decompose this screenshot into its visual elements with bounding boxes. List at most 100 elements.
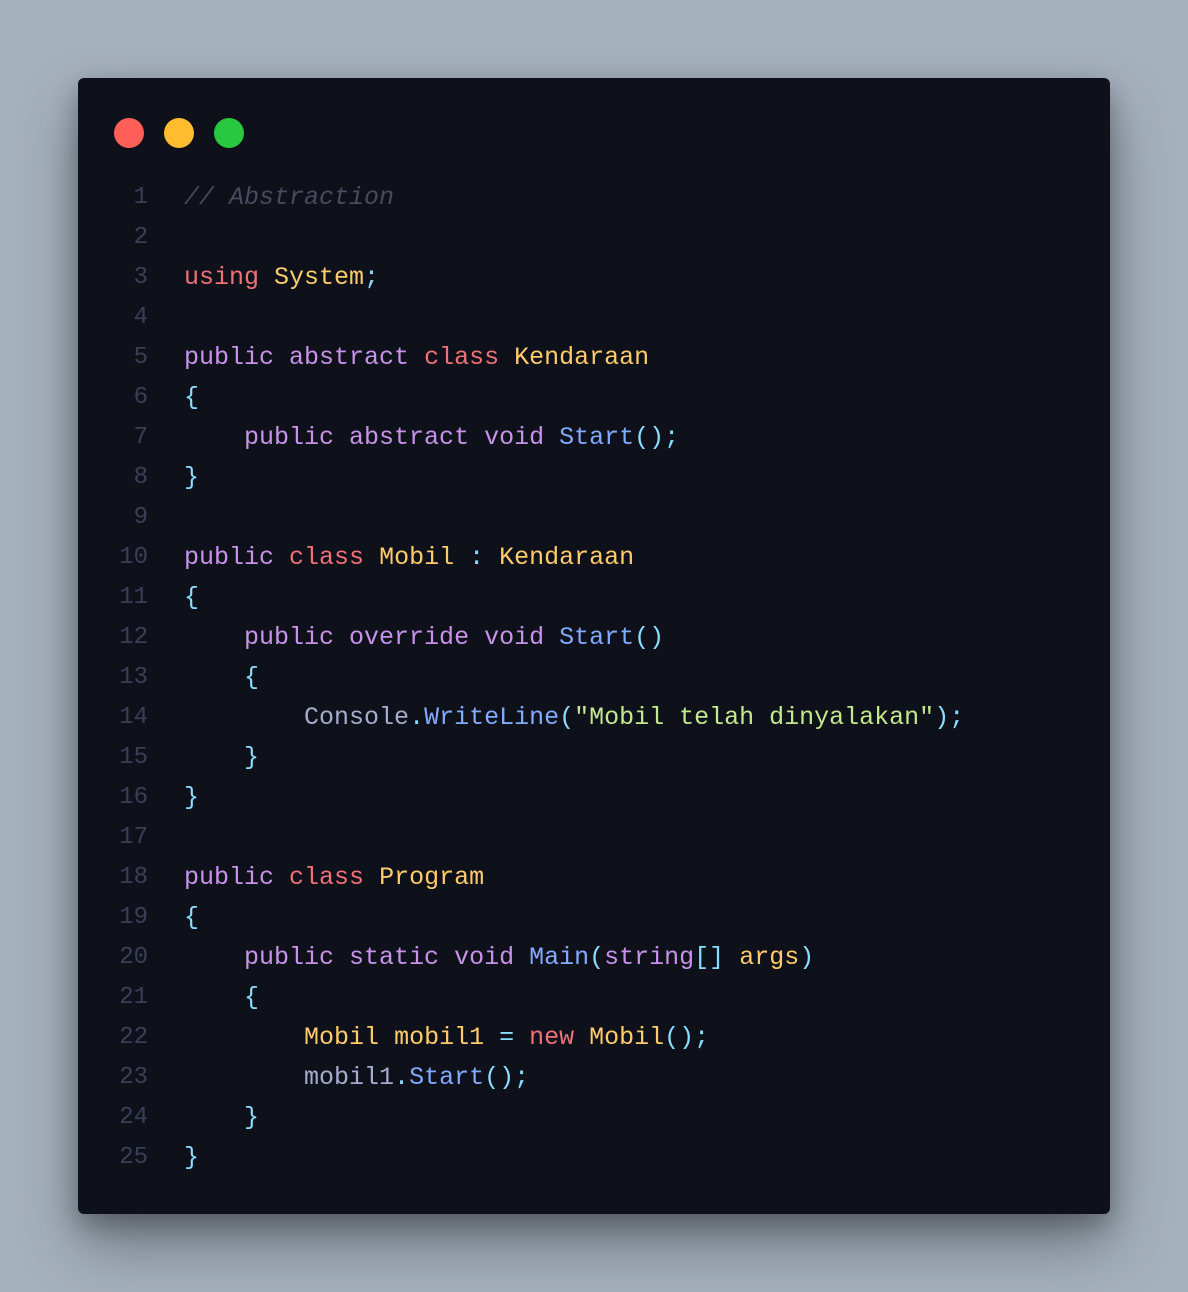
line-text: { (184, 978, 259, 1018)
code-line: 13 { (78, 658, 1110, 698)
line-number: 13 (119, 664, 148, 691)
code-token: Kendaraan (499, 543, 635, 572)
code-token: Mobil (589, 1023, 665, 1052)
code-token: (); (484, 1063, 530, 1092)
line-number: 1 (133, 184, 148, 211)
line-number: 10 (119, 544, 148, 571)
code-token: public (244, 423, 335, 452)
line-text: using System; (184, 258, 379, 298)
line-text: Console.WriteLine("Mobil telah dinyalaka… (184, 698, 964, 738)
code-token: public (244, 943, 335, 972)
code-token: void (454, 943, 515, 972)
code-token: ) (799, 943, 815, 972)
code-token: class (424, 343, 500, 372)
code-line: 11 { (78, 578, 1110, 618)
line-text: Mobil mobil1 = new Mobil(); (184, 1018, 709, 1058)
code-token: ( (589, 943, 605, 972)
code-token: { (184, 383, 200, 412)
code-token: { (184, 903, 200, 932)
code-token: WriteLine (424, 703, 560, 732)
code-line: 12 public override void Start() (78, 618, 1110, 658)
line-text: { (184, 378, 199, 418)
line-text: public static void Main(string[] args) (184, 938, 814, 978)
code-token: static (349, 943, 440, 972)
maximize-dot-icon[interactable] (214, 118, 244, 148)
code-token: using (184, 263, 260, 292)
line-text: mobil1.Start(); (184, 1058, 529, 1098)
code-line: 4 (78, 298, 1110, 338)
line-number: 4 (133, 304, 148, 331)
code-token: Mobil (379, 543, 455, 572)
line-number: 23 (119, 1064, 148, 1091)
code-token: class (289, 543, 365, 572)
code-line: 21 { (78, 978, 1110, 1018)
line-number: 7 (133, 424, 148, 451)
code-line: 1 // Abstraction (78, 178, 1110, 218)
line-text: } (184, 1138, 199, 1178)
code-token: Start (559, 623, 635, 652)
code-token: ); (934, 703, 965, 732)
code-token: abstract (289, 343, 410, 372)
code-token: public (244, 623, 335, 652)
code-line: 9 (78, 498, 1110, 538)
line-number: 2 (133, 224, 148, 251)
code-line: 5 public abstract class Kendaraan (78, 338, 1110, 378)
line-text: } (184, 738, 259, 778)
line-number: 3 (133, 264, 148, 291)
code-token: (); (634, 423, 680, 452)
code-token: { (184, 583, 200, 612)
code-line: 16} (78, 778, 1110, 818)
code-line: 25} (78, 1138, 1110, 1178)
code-line: 3 using System; (78, 258, 1110, 298)
code-line: 2 (78, 218, 1110, 258)
line-number: 17 (119, 824, 148, 851)
line-text: } (184, 1098, 259, 1138)
line-text: { (184, 658, 259, 698)
code-token: Main (529, 943, 590, 972)
line-text: public abstract void Start(); (184, 418, 679, 458)
code-token: class (289, 863, 365, 892)
code-token: mobil1 (394, 1023, 485, 1052)
line-text: { (184, 578, 199, 618)
line-number: 12 (119, 624, 148, 651)
minimize-dot-icon[interactable] (164, 118, 194, 148)
line-number: 15 (119, 744, 148, 771)
code-token: new (529, 1023, 575, 1052)
line-number: 24 (119, 1104, 148, 1131)
code-token: Kendaraan (514, 343, 650, 372)
code-token: Start (559, 423, 635, 452)
line-text: public class Program (184, 858, 484, 898)
code-token: // Abstraction (184, 183, 395, 212)
line-text: } (184, 778, 199, 818)
line-number: 5 (133, 344, 148, 371)
code-token: Start (409, 1063, 485, 1092)
code-token: "Mobil telah dinyalakan" (574, 703, 935, 732)
line-number: 11 (119, 584, 148, 611)
code-token: Mobil (304, 1023, 380, 1052)
code-token: public (184, 543, 275, 572)
line-text: // Abstraction (184, 178, 394, 218)
code-line: 20 public static void Main(string[] args… (78, 938, 1110, 978)
line-text: public abstract class Kendaraan (184, 338, 649, 378)
close-dot-icon[interactable] (114, 118, 144, 148)
code-line: 19 { (78, 898, 1110, 938)
code-editor: 1// Abstraction 2 3 using System; 4 5 public a… (78, 178, 1110, 1178)
